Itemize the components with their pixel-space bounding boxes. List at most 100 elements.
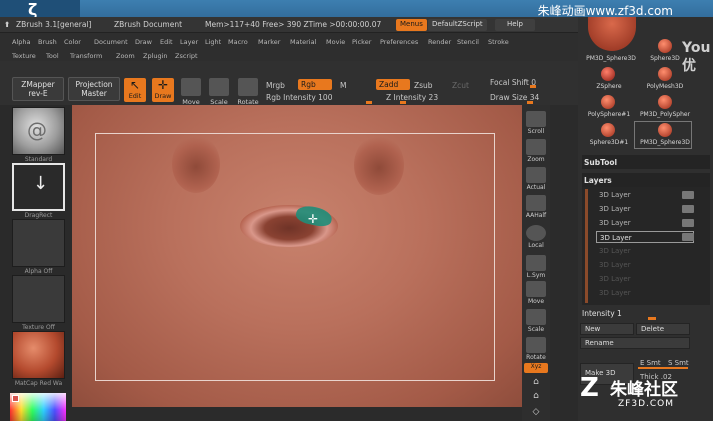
zsphere-thumbnail[interactable] <box>601 67 615 81</box>
menu-material[interactable]: Material <box>290 38 316 46</box>
tool-item-0[interactable]: PM3D_Sphere3D <box>580 55 642 62</box>
menu-stroke[interactable]: Stroke <box>488 38 509 46</box>
primary-color-swatch[interactable] <box>12 395 19 402</box>
mrgb-toggle[interactable]: Mrgb <box>266 81 285 90</box>
brush-thumbnail[interactable]: @ <box>12 107 65 155</box>
menu-texture[interactable]: Texture <box>12 52 36 60</box>
menu-movie[interactable]: Movie <box>326 38 345 46</box>
color-picker[interactable] <box>10 393 66 421</box>
layer-item-selected[interactable]: 3D Layer <box>596 231 694 243</box>
scroll-button[interactable]: Scroll <box>524 111 548 135</box>
s-smt-slider[interactable]: S Smt <box>668 359 689 367</box>
lsym-button[interactable]: L.Sym <box>524 255 548 279</box>
rgb-intensity-slider[interactable]: Rgb Intensity 100 <box>266 93 332 102</box>
zmapper-button[interactable]: ZMapper rev-E <box>12 77 64 101</box>
document-canvas[interactable]: ✛ ▲▼ <box>72 105 522 407</box>
sphere3d-thumbnail[interactable] <box>658 39 672 53</box>
menu-brush[interactable]: Brush <box>38 38 57 46</box>
menu-zoom[interactable]: Zoom <box>116 52 135 60</box>
layer-item[interactable]: 3D Layer <box>596 245 694 257</box>
actual-button[interactable]: Actual <box>524 167 548 191</box>
focal-shift-knob[interactable] <box>530 85 536 88</box>
layer-eye-icon[interactable] <box>682 219 694 227</box>
new-layer-button[interactable]: New <box>580 323 634 335</box>
draw-size-knob[interactable] <box>527 101 533 104</box>
menu-draw[interactable]: Draw <box>135 38 152 46</box>
tool-item-3[interactable]: PolyMesh3D <box>634 83 696 90</box>
rotate-button[interactable]: Rotate <box>236 78 260 106</box>
rgb-toggle[interactable]: Rgb <box>298 79 332 90</box>
tool-item-4[interactable]: PolySphere#1 <box>578 111 640 118</box>
delete-layer-button[interactable]: Delete <box>636 323 690 335</box>
layer-item[interactable]: 3D Layer <box>596 217 694 229</box>
layer-item[interactable]: 3D Layer <box>596 287 694 299</box>
layer-eye-icon[interactable] <box>682 233 694 241</box>
tool-item-6[interactable]: Sphere3D#1 <box>578 139 640 146</box>
menu-light[interactable]: Light <box>205 38 221 46</box>
polymesh3d-thumbnail[interactable] <box>658 67 672 81</box>
alpha-thumbnail[interactable] <box>12 219 65 267</box>
menu-document[interactable]: Document <box>94 38 128 46</box>
menu-marker[interactable]: Marker <box>258 38 280 46</box>
menu-tool[interactable]: Tool <box>46 52 59 60</box>
zoom-button[interactable]: Zoom <box>524 139 548 163</box>
menu-preferences[interactable]: Preferences <box>380 38 418 46</box>
material-thumbnail[interactable] <box>12 331 65 379</box>
local-button[interactable]: Local <box>524 225 548 249</box>
z-intensity-slider[interactable]: Z Intensity 23 <box>386 93 438 102</box>
e-smt-slider[interactable]: E Smt <box>640 359 661 367</box>
menu-render[interactable]: Render <box>428 38 451 46</box>
projection-master-button[interactable]: Projection Master <box>68 77 120 101</box>
menu-layer[interactable]: Layer <box>180 38 198 46</box>
move-view-button[interactable]: Move <box>524 281 548 305</box>
menus-button[interactable]: Menus <box>396 19 427 31</box>
menu-macro[interactable]: Macro <box>228 38 248 46</box>
draw-button[interactable]: ✛ Draw <box>152 78 174 102</box>
cube-icon[interactable]: ◇ <box>524 407 548 417</box>
layer-eye-icon[interactable] <box>682 191 694 199</box>
zadd-toggle[interactable]: Zadd <box>376 79 410 90</box>
move-button[interactable]: Move <box>180 78 202 106</box>
menu-stencil[interactable]: Stencil <box>457 38 479 46</box>
subtool-header[interactable]: SubTool <box>582 155 710 169</box>
aahalf-button[interactable]: AAHalf <box>524 195 548 219</box>
zcut-toggle[interactable]: Zcut <box>452 81 469 90</box>
m-toggle[interactable]: M <box>340 81 346 90</box>
texture-thumbnail[interactable] <box>12 275 65 323</box>
layer-item[interactable]: 3D Layer <box>596 259 694 271</box>
layer-item[interactable]: 3D Layer <box>596 203 694 215</box>
rename-layer-button[interactable]: Rename <box>580 337 690 349</box>
canvas-scroll-arrows[interactable]: ▲▼ <box>288 405 306 407</box>
z-intensity-knob[interactable] <box>400 101 406 104</box>
menu-color[interactable]: Color <box>64 38 81 46</box>
tool-item-5[interactable]: PM3D_PolySpher <box>634 111 696 118</box>
tool-item-2[interactable]: ZSphere <box>578 83 640 90</box>
pm3d-sphere3d-selected-thumbnail[interactable] <box>658 123 672 137</box>
menu-edit[interactable]: Edit <box>160 38 173 46</box>
lock-icon[interactable]: ⌂ <box>524 377 548 387</box>
rgb-intensity-knob[interactable] <box>366 101 372 104</box>
sphere3d1-thumbnail[interactable] <box>601 123 615 137</box>
menu-zscript[interactable]: Zscript <box>175 52 198 60</box>
layer-scroll-track[interactable] <box>585 189 588 303</box>
layer-eye-icon[interactable] <box>682 205 694 213</box>
polysphere-thumbnail[interactable] <box>601 95 615 109</box>
defaultzscript-button[interactable]: DefaultZScript <box>428 19 487 31</box>
xyz-toggle[interactable]: Xyz <box>524 363 548 373</box>
layer-item[interactable]: 3D Layer <box>596 189 694 201</box>
rotate-view-button[interactable]: Rotate <box>524 337 548 361</box>
layers-header[interactable]: Layers <box>582 173 710 187</box>
menu-picker[interactable]: Picker <box>352 38 371 46</box>
pm3d-polysphere-thumbnail[interactable] <box>658 95 672 109</box>
zsub-toggle[interactable]: Zsub <box>414 81 433 90</box>
layer-item[interactable]: 3D Layer <box>596 273 694 285</box>
help-button[interactable]: Help <box>495 19 535 31</box>
menu-zplugin[interactable]: Zplugin <box>143 52 168 60</box>
layer-intensity-slider[interactable]: Intensity 1 <box>582 309 622 318</box>
tool-item-7[interactable]: PM3D_Sphere3D <box>634 139 696 146</box>
pm3d-sphere3d-thumbnail[interactable] <box>588 17 636 51</box>
stroke-thumbnail[interactable]: ↓ <box>12 163 65 211</box>
scale-button[interactable]: Scale <box>208 78 230 106</box>
menu-alpha[interactable]: Alpha <box>12 38 30 46</box>
lock2-icon[interactable]: ⌂ <box>524 391 548 401</box>
